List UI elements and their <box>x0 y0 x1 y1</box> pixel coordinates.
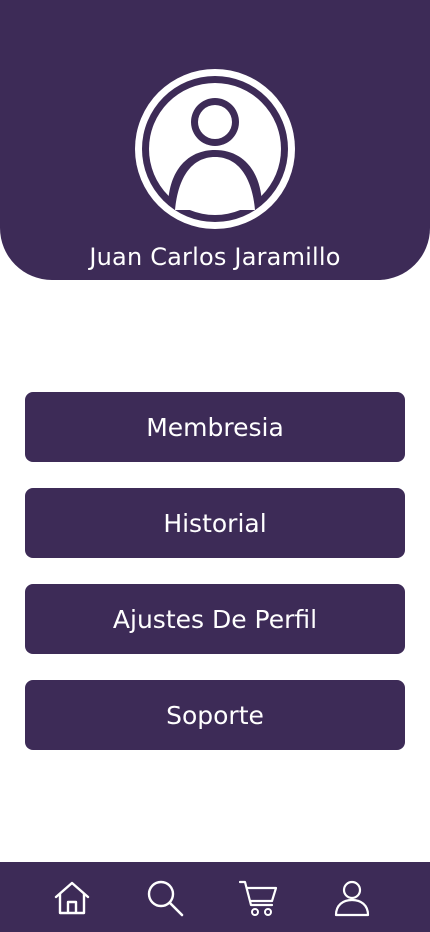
profile-screen: Juan Carlos Jaramillo Membresia Historia… <box>0 0 430 932</box>
ajustes-de-perfil-button[interactable]: Ajustes De Perfil <box>25 584 405 654</box>
historial-button-label: Historial <box>163 508 267 538</box>
cart-icon <box>239 880 278 916</box>
nav-search[interactable] <box>143 876 187 920</box>
nav-home[interactable] <box>50 876 94 920</box>
soporte-button[interactable]: Soporte <box>25 680 405 750</box>
ajustes-de-perfil-button-label: Ajustes De Perfil <box>112 604 318 634</box>
bottom-navigation-bar <box>0 862 430 932</box>
profile-icon <box>334 880 370 917</box>
user-name: Juan Carlos Jaramillo <box>89 243 341 271</box>
membresia-button-label: Membresia <box>146 412 284 442</box>
home-icon <box>54 881 90 915</box>
search-icon <box>147 880 184 917</box>
historial-button[interactable]: Historial <box>25 488 405 558</box>
nav-profile[interactable] <box>330 876 374 920</box>
membresia-button[interactable]: Membresia <box>25 392 405 462</box>
soporte-button-label: Soporte <box>166 700 264 730</box>
user-avatar-icon[interactable] <box>132 66 298 232</box>
profile-header: Juan Carlos Jaramillo <box>0 0 430 280</box>
nav-cart[interactable] <box>237 876 281 920</box>
